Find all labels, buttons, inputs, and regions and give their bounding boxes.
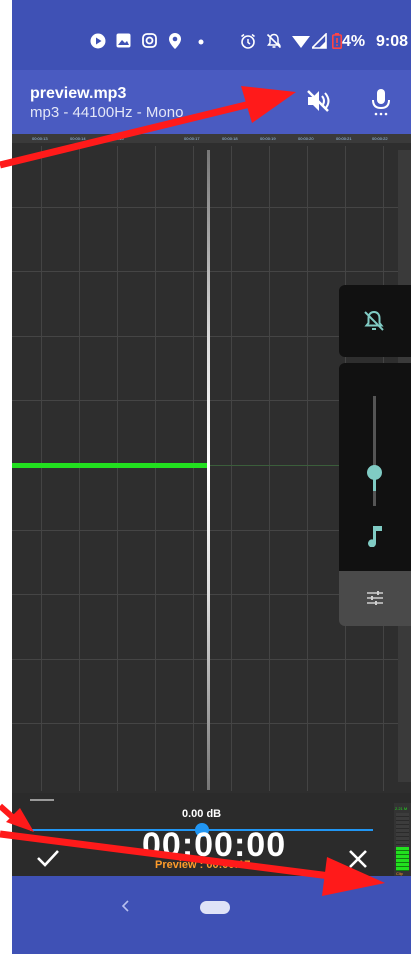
status-bar: 4% 9:08 — [12, 0, 411, 70]
level-meter: 2.21 M Clip — [394, 803, 411, 876]
navigation-bar — [12, 876, 411, 954]
location-icon — [169, 33, 181, 53]
file-info: mp3 - 44100Hz - Mono — [30, 104, 184, 121]
microphone-icon — [372, 89, 390, 116]
timeline-tick: 00:00:15 — [108, 136, 124, 141]
grid-line — [12, 271, 398, 272]
instagram-icon — [142, 33, 157, 52]
dot-icon — [198, 33, 204, 53]
image-icon — [116, 33, 131, 52]
notification-mute-button[interactable] — [339, 285, 411, 357]
grid-line — [117, 146, 118, 791]
waveform — [12, 463, 208, 468]
mute-button[interactable] — [303, 86, 333, 116]
file-name: preview.mp3 — [30, 85, 127, 102]
preview-label: Preview : 00:00:17 — [155, 859, 251, 871]
level-meter-fill — [396, 847, 409, 871]
signal-icon — [310, 32, 327, 53]
grid-line — [269, 146, 270, 791]
record-button[interactable] — [366, 86, 396, 118]
grid-line — [12, 207, 398, 208]
music-note-icon — [368, 526, 382, 547]
notifications-off-icon — [364, 310, 384, 331]
timeline-tick: 00:00:20 — [298, 136, 314, 141]
clock: 9:08 — [375, 33, 408, 50]
play-icon — [90, 33, 106, 53]
volume-slider-thumb[interactable] — [367, 465, 382, 480]
close-icon — [349, 850, 367, 868]
grid-line — [12, 723, 398, 724]
mini-scroll-indicator — [30, 799, 54, 801]
timeline-tick: 00:00:13 — [32, 136, 48, 141]
grid-line — [155, 146, 156, 791]
timeline-tick: 00:00:22 — [372, 136, 388, 141]
playhead[interactable] — [207, 150, 210, 790]
alarm-icon — [240, 33, 256, 53]
timeline-tick: 00:00:14 — [70, 136, 86, 141]
confirm-button[interactable] — [36, 848, 60, 868]
cancel-button[interactable] — [347, 848, 369, 870]
timeline-tick: 00:00:19 — [260, 136, 276, 141]
grid-line — [193, 146, 194, 791]
volume-panel — [339, 363, 411, 571]
equalizer-button[interactable] — [339, 571, 411, 626]
level-meter-top-label: 2.21 M — [395, 806, 408, 811]
volume-off-icon — [307, 90, 330, 112]
sliders-icon — [367, 591, 383, 605]
phone-screen: 4% 9:08 preview.mp3 mp3 - 44100Hz - Mono… — [12, 0, 411, 954]
grid-line — [307, 146, 308, 791]
battery-low-icon — [332, 33, 342, 53]
gain-label: 0.00 dB — [182, 808, 222, 820]
home-pill-icon[interactable] — [200, 901, 230, 914]
back-icon[interactable] — [119, 899, 131, 913]
battery-percent: 4% — [342, 33, 366, 50]
timeline-tick: 00:00:17 — [184, 136, 200, 141]
timeline-tick: 00:00:21 — [336, 136, 352, 141]
grid-line — [41, 146, 42, 791]
grid-line — [79, 146, 80, 791]
wifi-icon — [292, 33, 310, 53]
notifications-off-icon — [266, 33, 282, 53]
timeline-tick: 00:00:18 — [222, 136, 238, 141]
grid-line — [231, 146, 232, 791]
check-icon — [37, 850, 59, 867]
grid-line — [12, 659, 398, 660]
